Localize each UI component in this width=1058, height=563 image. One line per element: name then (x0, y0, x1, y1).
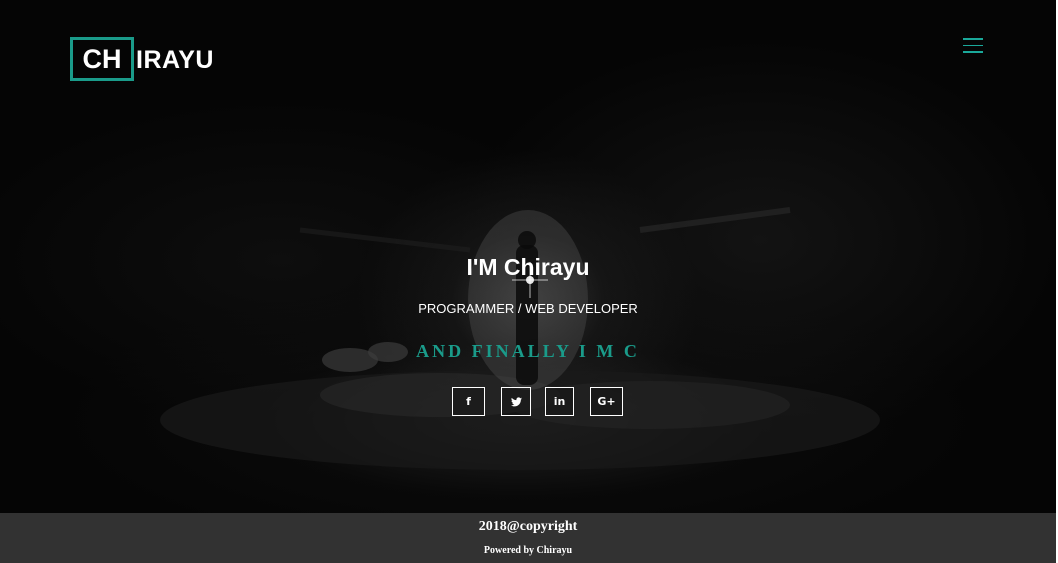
linkedin-link[interactable]: in (545, 387, 574, 416)
hero-typed-text: AND FINALLY I M C (416, 341, 640, 361)
hamburger-menu-icon[interactable] (963, 38, 983, 55)
linkedin-icon: in (553, 395, 566, 408)
social-links: f in G+ (452, 387, 623, 416)
twitter-link[interactable] (501, 387, 531, 416)
hero-section: CH IRAYU I'M Chirayu PROGRAMMER / WEB DE… (0, 0, 1056, 513)
footer: 2018@copyright Powered by Chirayu (0, 513, 1056, 563)
facebook-icon: f (466, 395, 471, 408)
logo-initials: CH (70, 37, 134, 81)
logo-name: IRAYU (136, 45, 214, 74)
hero-title: I'M Chirayu (466, 254, 590, 280)
footer-powered-by: Powered by Chirayu (483, 545, 573, 556)
page: CH IRAYU I'M Chirayu PROGRAMMER / WEB DE… (0, 0, 1058, 563)
google-plus-icon: G+ (597, 395, 616, 408)
footer-copyright: 2018@copyright (478, 519, 578, 534)
site-logo[interactable]: CH IRAYU (70, 37, 214, 81)
hero-subtitle: PROGRAMMER / WEB DEVELOPER (418, 301, 638, 316)
google-plus-link[interactable]: G+ (590, 387, 623, 416)
facebook-link[interactable]: f (452, 387, 485, 416)
twitter-icon (510, 396, 522, 406)
